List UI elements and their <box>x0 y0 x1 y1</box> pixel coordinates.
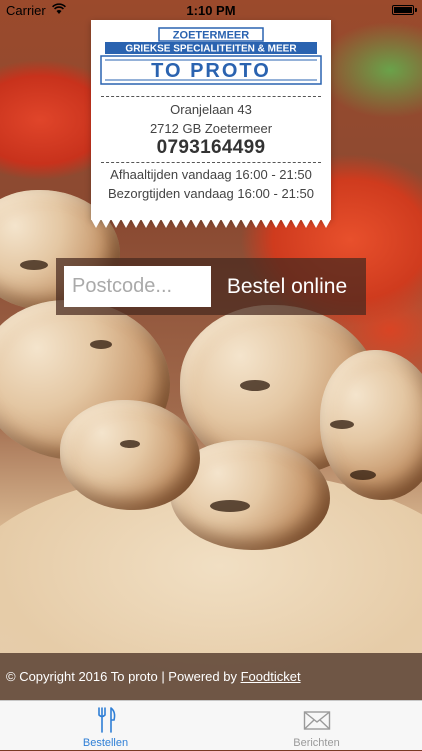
pickup-times: Afhaaltijden vandaag 16:00 - 21:50 <box>110 167 312 182</box>
delivery-times: Bezorgtijden vandaag 16:00 - 21:50 <box>108 186 314 201</box>
clock: 1:10 PM <box>186 3 236 18</box>
status-bar: Carrier 1:10 PM <box>0 0 422 22</box>
divider <box>101 96 321 97</box>
fork-knife-icon <box>98 707 116 733</box>
tab-label: Bestellen <box>82 737 129 749</box>
tab-label: Berichten <box>293 737 340 749</box>
receipt-torn-edge <box>91 219 331 228</box>
restaurant-logo: ZOETERMEER GRIEKSE SPECIALITEITEN & MEER… <box>100 27 322 85</box>
divider <box>101 162 321 163</box>
phone-number[interactable]: 0793164499 <box>91 137 331 159</box>
logo-city-text: ZOETERMEER <box>173 30 249 42</box>
copyright-text: © Copyright 2016 To proto | Powered by <box>6 669 241 684</box>
restaurant-info-card: ZOETERMEER GRIEKSE SPECIALITEITEN & MEER… <box>91 20 331 220</box>
tab-bar: Bestellen Berichten <box>0 700 422 750</box>
logo-tagline-text: GRIEKSE SPECIALITEITEN & MEER <box>125 44 297 55</box>
battery-icon <box>392 5 417 15</box>
postcode-input[interactable] <box>64 266 211 307</box>
tab-berichten[interactable]: Berichten <box>211 701 422 751</box>
foodticket-link[interactable]: Foodticket <box>241 669 301 684</box>
order-online-button[interactable]: Bestel online <box>216 266 358 307</box>
address-line-2: 2712 GB Zoetermeer <box>149 121 273 136</box>
tab-bestellen[interactable]: Bestellen <box>0 701 211 751</box>
address-line-1: Oranjelaan 43 <box>170 102 252 117</box>
footer-text: © Copyright 2016 To proto | Powered by F… <box>6 669 301 684</box>
envelope-icon <box>303 711 331 730</box>
logo-name-text: TO PROTO <box>151 60 271 82</box>
order-bar: Bestel online <box>56 258 366 315</box>
footer: © Copyright 2016 To proto | Powered by F… <box>0 653 422 700</box>
